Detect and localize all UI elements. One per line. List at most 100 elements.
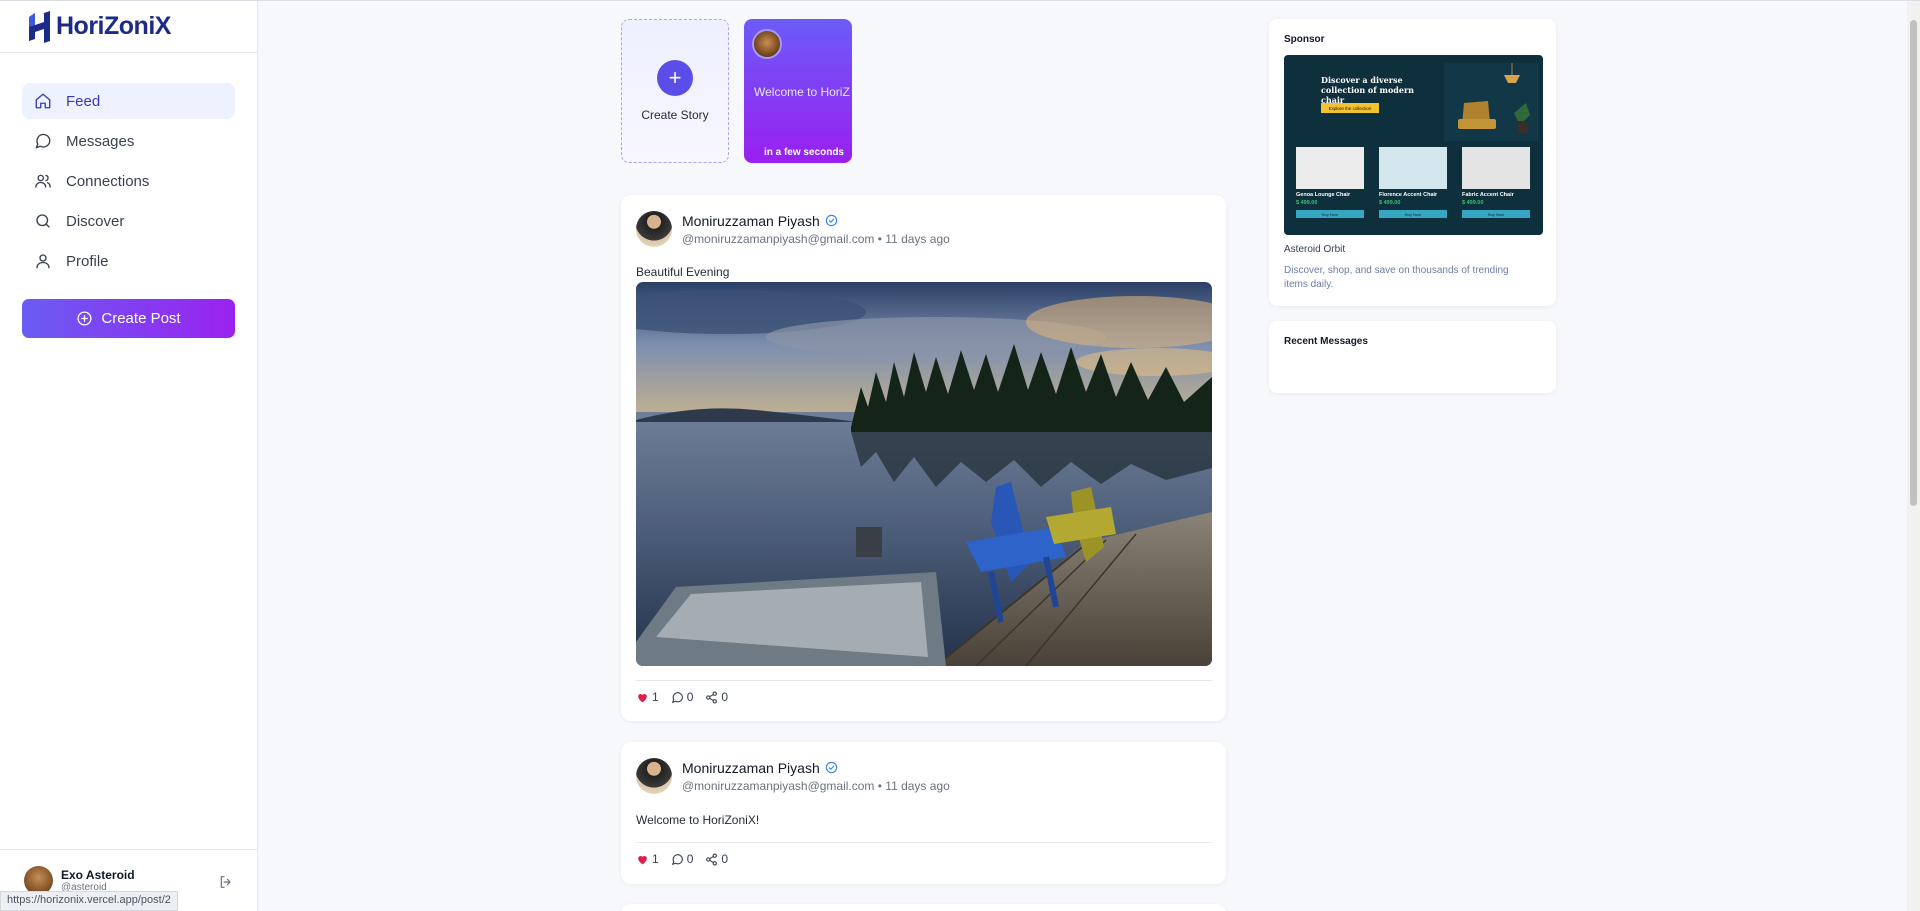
app-name: HoriZoniX — [56, 12, 171, 40]
post-header: Moniruzzaman Piyash @moniruzzamanpiyash@… — [636, 211, 950, 247]
post-meta: @moniruzzamanpiyash@gmail.com • 11 days … — [682, 231, 950, 246]
scrollbar-thumb[interactable] — [1910, 20, 1917, 506]
share-icon — [706, 853, 718, 865]
sponsor-name[interactable]: Asteroid Orbit — [1284, 244, 1345, 255]
ad-product-price: $ 499.00 — [1296, 200, 1318, 206]
armchair-illustration — [1444, 63, 1539, 141]
sidebar-item-label: Feed — [66, 92, 101, 110]
create-story-label: Create Story — [641, 108, 709, 122]
post-actions: 1 0 0 — [636, 852, 740, 866]
comment-button[interactable]: 0 — [671, 690, 694, 704]
avatar[interactable] — [636, 758, 672, 794]
create-post-label: Create Post — [101, 310, 181, 327]
share-button[interactable]: 0 — [705, 852, 728, 866]
recent-messages-card: Recent Messages — [1269, 321, 1556, 393]
sidebar-item-messages[interactable]: Messages — [22, 123, 235, 159]
story-text: Welcome to HoriZ — [754, 85, 850, 99]
ad-product-name: Genoa Lounge Chair — [1296, 192, 1351, 198]
heart-icon — [638, 855, 647, 864]
post-image[interactable] — [636, 282, 1212, 666]
recent-messages-title: Recent Messages — [1284, 336, 1368, 347]
logo[interactable]: HoriZoniX — [0, 1, 257, 53]
comment-button[interactable]: 0 — [671, 852, 694, 866]
post-card: Moniruzzaman Piyash @moniruzzamanpiyash@… — [621, 742, 1226, 884]
ad-product-card[interactable]: Fabric Accent Chair $ 499.00 Buy Now — [1462, 147, 1530, 223]
sidebar-item-connections[interactable]: Connections — [22, 163, 235, 199]
like-count: 1 — [652, 690, 659, 704]
post-actions: 1 0 0 — [636, 690, 740, 704]
sidebar-nav: Feed Messages Connections Discover Profi… — [0, 53, 257, 279]
sponsor-ad-image[interactable]: Discover a diverse collection of modern … — [1284, 55, 1543, 235]
sidebar-item-label: Discover — [66, 212, 125, 230]
ad-product-card[interactable]: Genoa Lounge Chair $ 499.00 Buy Now — [1296, 147, 1364, 223]
post-card: Moniruzzaman Piyash @moniruzzamanpiyash@… — [621, 195, 1226, 721]
user-name: Exo Asteroid — [61, 868, 135, 882]
window-top-border — [0, 0, 1920, 1]
comment-icon — [671, 691, 683, 703]
sidebar-item-label: Profile — [66, 252, 109, 270]
avatar[interactable] — [636, 211, 672, 247]
ad-product-name: Fabric Accent Chair — [1462, 192, 1514, 198]
ad-product-buy-button[interactable]: Buy Now — [1379, 210, 1447, 218]
like-count: 1 — [652, 852, 659, 866]
ad-cta-button[interactable]: Explore the collection — [1321, 103, 1379, 113]
post-text: Welcome to HoriZoniX! — [636, 813, 760, 827]
share-count: 0 — [721, 690, 729, 704]
ad-product-price: $ 499.00 — [1462, 200, 1484, 206]
share-count: 0 — [721, 852, 729, 866]
create-story-card[interactable]: + Create Story — [621, 19, 729, 163]
chair-icon — [1379, 147, 1447, 189]
user-icon — [36, 254, 50, 269]
message-icon — [35, 133, 51, 149]
sponsor-card: Sponsor Discover a diverse collection of… — [1269, 19, 1556, 306]
post-meta: @moniruzzamanpiyash@gmail.com • 11 days … — [682, 778, 950, 793]
comment-count: 0 — [686, 852, 694, 866]
comment-icon — [671, 853, 683, 865]
sidebar-item-label: Connections — [66, 172, 150, 190]
post-divider — [636, 842, 1212, 843]
sidebar-item-label: Messages — [66, 132, 135, 150]
home-icon — [35, 93, 51, 109]
plus-icon: + — [657, 60, 693, 96]
ad-product-name: Florence Accent Chair — [1379, 192, 1438, 198]
share-icon — [706, 691, 718, 703]
like-button[interactable]: 1 — [636, 852, 659, 866]
plus-circle-icon — [77, 311, 92, 326]
share-button[interactable]: 0 — [705, 690, 728, 704]
sidebar-item-feed[interactable]: Feed — [22, 83, 235, 119]
post-text: Beautiful Evening — [636, 265, 730, 279]
post-divider — [636, 680, 1212, 681]
users-icon — [35, 174, 51, 188]
verified-icon — [825, 214, 837, 227]
logo-icon — [29, 10, 50, 43]
ad-headline: Discover a diverse collection of modern … — [1321, 75, 1414, 105]
chair-icon — [1462, 147, 1530, 189]
ad-product-price: $ 499.00 — [1379, 200, 1401, 206]
logout-icon[interactable] — [218, 874, 234, 890]
story-card[interactable]: Welcome to HoriZ in a few seconds — [744, 19, 852, 163]
search-icon — [36, 214, 50, 228]
lake-photo — [636, 282, 1212, 666]
post-card — [621, 904, 1226, 911]
author-name: Moniruzzaman Piyash — [682, 759, 820, 776]
story-time: in a few seconds — [763, 147, 844, 158]
ad-product-buy-button[interactable]: Buy Now — [1462, 210, 1530, 218]
comment-count: 0 — [686, 690, 694, 704]
sidebar: HoriZoniX Feed Messages Connections Disc… — [0, 1, 258, 911]
sponsor-description: Discover, shop, and save on thousands of… — [1284, 265, 1509, 290]
status-bar-url: https://horizonix.vercel.app/post/2 — [0, 891, 178, 911]
author-name: Moniruzzaman Piyash — [682, 212, 820, 229]
sidebar-item-profile[interactable]: Profile — [22, 243, 235, 279]
ad-product-buy-button[interactable]: Buy Now — [1296, 210, 1364, 218]
post-author[interactable]: Moniruzzaman Piyash — [682, 760, 950, 776]
sponsor-title: Sponsor — [1284, 34, 1325, 45]
verified-icon — [825, 761, 837, 774]
like-button[interactable]: 1 — [636, 690, 659, 704]
ad-product-card[interactable]: Florence Accent Chair $ 499.00 Buy Now — [1379, 147, 1447, 223]
chair-icon — [1296, 147, 1364, 189]
post-header: Moniruzzaman Piyash @moniruzzamanpiyash@… — [636, 758, 950, 794]
sidebar-item-discover[interactable]: Discover — [22, 203, 235, 239]
create-post-button[interactable]: Create Post — [22, 299, 235, 338]
post-author[interactable]: Moniruzzaman Piyash — [682, 213, 950, 229]
heart-icon — [638, 693, 647, 702]
